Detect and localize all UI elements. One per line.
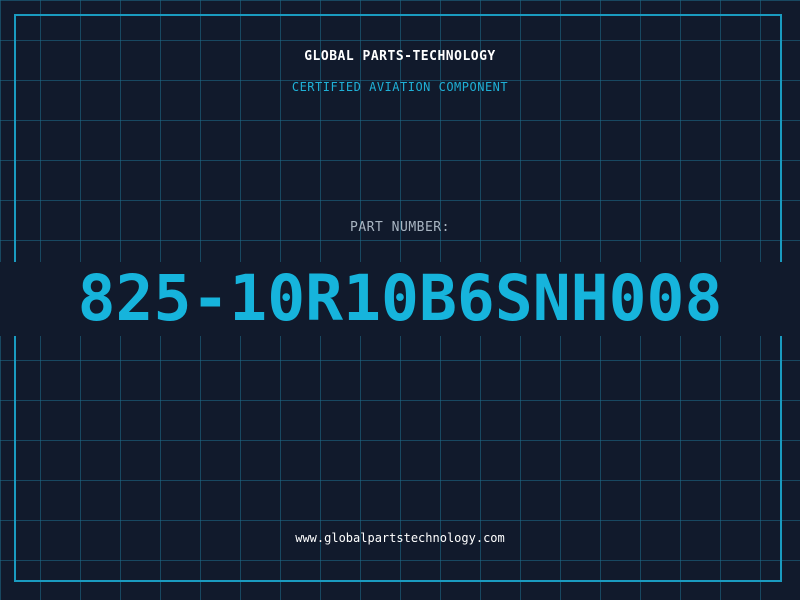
tagline: CERTIFIED AVIATION COMPONENT xyxy=(291,80,509,94)
part-number-label: PART NUMBER: xyxy=(350,220,450,235)
part-number-value: 825-10R10B6SNH008 xyxy=(77,262,723,335)
company-name: GLOBAL PARTS-TECHNOLOGY xyxy=(304,49,496,64)
website-url: www.globalpartstechnology.com xyxy=(295,531,505,545)
